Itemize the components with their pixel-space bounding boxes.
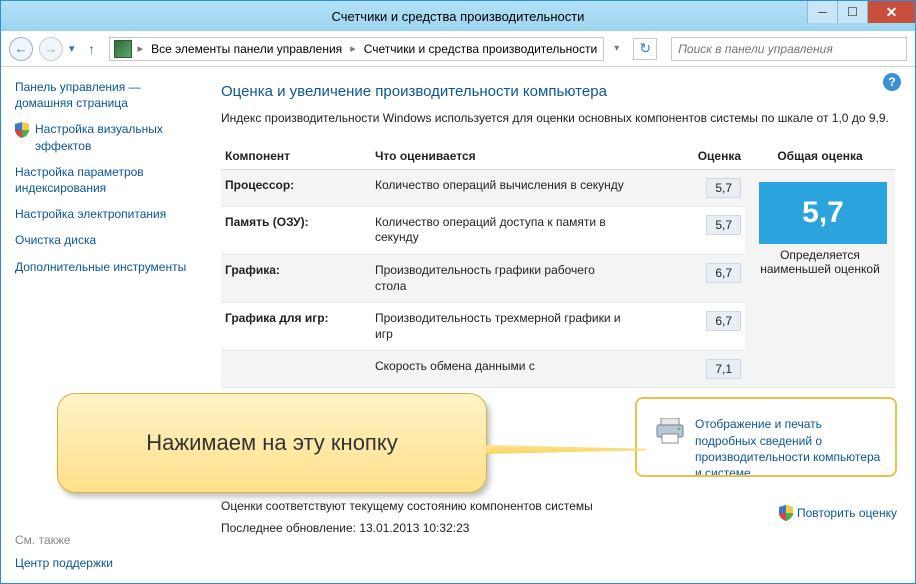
component-desc: Производительность трехмерной графики и … — [371, 303, 631, 351]
navbar: ← → ▾ ↑ ▸ Все элементы панели управления… — [1, 31, 915, 67]
component-desc: Производительность графики рабочего стол… — [371, 254, 631, 302]
subscore: 7,1 — [706, 359, 741, 379]
component-desc: Количество операций вычисления в секунду — [371, 169, 631, 206]
sidebar: Панель управления — домашняя страница На… — [1, 67, 211, 583]
nav-forward-button[interactable]: → — [39, 37, 63, 61]
sidebar-link-support-center[interactable]: Центр поддержки — [15, 555, 113, 571]
component-name: Процессор: — [221, 169, 371, 206]
window-frame: Счетчики и средства производительности ─… — [0, 0, 916, 584]
sidebar-link-power[interactable]: Настройка электропитания — [15, 206, 166, 222]
maximize-button[interactable]: ☐ — [837, 1, 867, 23]
component-name — [221, 351, 371, 388]
base-score-value: 5,7 — [759, 182, 887, 244]
breadcrumb-dropdown[interactable]: ▾ — [610, 43, 623, 54]
performance-table: Компонент Что оценивается Оценка Общая о… — [221, 143, 895, 389]
breadcrumb-item[interactable]: Счетчики и средства производительности — [362, 42, 599, 56]
component-desc: Скорость обмена данными с — [371, 351, 631, 388]
table-row: Процессор: Количество операций вычислени… — [221, 169, 895, 206]
column-header-score: Оценка — [631, 143, 745, 170]
annotation-highlight — [635, 397, 897, 477]
rescore-link[interactable]: Повторить оценку — [797, 506, 897, 520]
search-input[interactable] — [672, 42, 906, 56]
window-title: Счетчики и средства производительности — [332, 9, 585, 24]
page-subtitle: Индекс производительности Windows исполь… — [221, 110, 895, 127]
sidebar-footer: См. также Центр поддержки — [15, 533, 113, 571]
help-icon[interactable]: ? — [883, 73, 901, 91]
nav-up-button[interactable]: ↑ — [81, 38, 103, 60]
nav-back-button[interactable]: ← — [9, 37, 33, 61]
annotation-callout: Нажимаем на эту кнопку — [57, 393, 487, 493]
base-score-caption: Определяется наименьшей оценкой — [749, 248, 891, 277]
window-controls: ─ ☐ ✕ — [807, 1, 915, 23]
breadcrumb-separator: ▸ — [346, 42, 360, 55]
breadcrumb-separator: ▸ — [134, 42, 148, 55]
rescore-block[interactable]: Повторить оценку — [779, 504, 897, 521]
breadcrumb-item[interactable]: Все элементы панели управления — [149, 42, 344, 56]
component-name: Графика для игр: — [221, 303, 371, 351]
search-box[interactable] — [671, 37, 907, 61]
subscore: 5,7 — [706, 215, 741, 235]
status-updated: Последнее обновление: 13.01.2013 10:32:2… — [221, 521, 895, 535]
component-name: Графика: — [221, 254, 371, 302]
sidebar-link-indexing[interactable]: Настройка параметров индексирования — [15, 164, 199, 196]
annotation-text: Нажимаем на эту кнопку — [146, 430, 397, 456]
main-content: ? Оценка и увеличение производительности… — [211, 67, 915, 583]
subscore: 6,7 — [706, 263, 741, 283]
shield-icon — [15, 122, 29, 138]
subscore: 5,7 — [706, 178, 741, 198]
sidebar-link-home[interactable]: Панель управления — домашняя страница — [15, 79, 199, 111]
sidebar-link-visual-effects[interactable]: Настройка визуальных эффектов — [35, 121, 199, 153]
column-header-component: Компонент — [221, 143, 371, 170]
sidebar-link-cleanup[interactable]: Очистка диска — [15, 232, 96, 248]
nav-history-caret[interactable]: ▾ — [69, 42, 75, 55]
refresh-button[interactable]: ↻ — [633, 38, 657, 60]
minimize-button[interactable]: ─ — [807, 1, 837, 23]
breadcrumb[interactable]: ▸ Все элементы панели управления ▸ Счетч… — [109, 37, 605, 61]
control-panel-icon — [114, 40, 132, 58]
column-header-base: Общая оценка — [745, 143, 895, 170]
titlebar: Счетчики и средства производительности ─… — [1, 1, 915, 31]
component-name: Память (ОЗУ): — [221, 206, 371, 254]
component-desc: Количество операций доступа к памяти в с… — [371, 206, 631, 254]
subscore: 6,7 — [706, 311, 741, 331]
page-title: Оценка и увеличение производительности к… — [221, 83, 895, 100]
close-button[interactable]: ✕ — [867, 1, 915, 23]
column-header-what: Что оценивается — [371, 143, 631, 170]
sidebar-link-advanced-tools[interactable]: Дополнительные инструменты — [15, 259, 186, 275]
base-score-cell: 5,7 Определяется наименьшей оценкой — [745, 169, 895, 388]
see-also-header: См. также — [15, 533, 113, 547]
shield-icon — [779, 505, 793, 521]
